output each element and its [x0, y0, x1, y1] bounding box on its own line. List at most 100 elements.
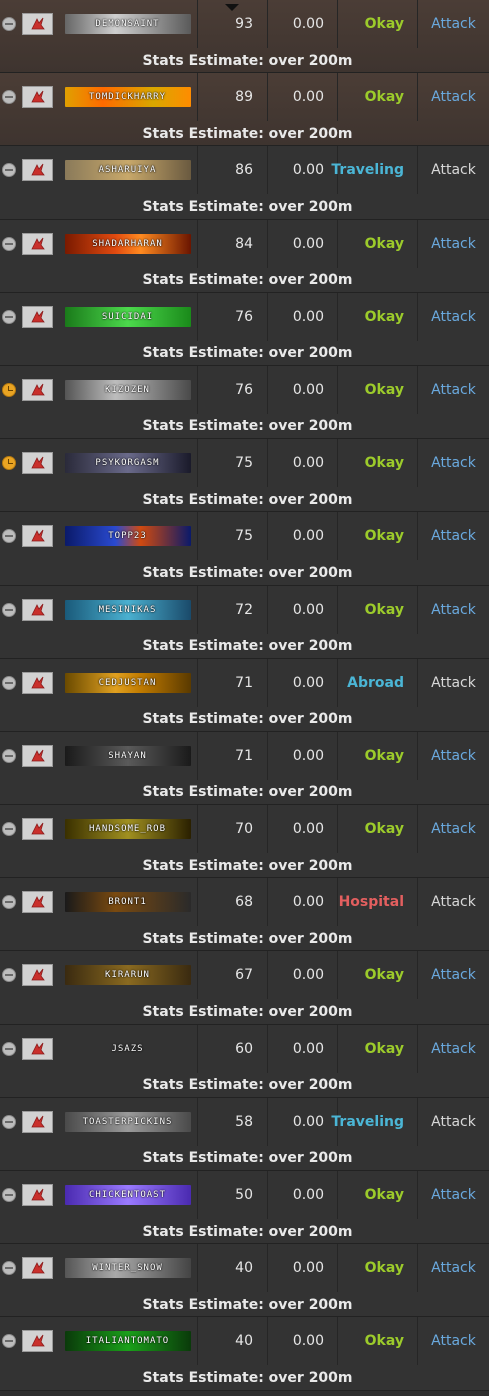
member-name-cell[interactable]: BRONT1 — [58, 878, 198, 927]
faction-icon[interactable] — [22, 86, 53, 109]
sort-desc-icon[interactable] — [225, 4, 239, 11]
attack-link[interactable]: Attack — [418, 73, 489, 121]
minus-circle-icon[interactable] — [2, 529, 16, 544]
faction-icon[interactable] — [22, 671, 53, 694]
attack-link[interactable]: Attack — [418, 1317, 489, 1365]
attack-link[interactable]: Attack — [418, 0, 489, 48]
member-name-banner[interactable]: PSYKORGASM — [64, 453, 191, 474]
minus-circle-icon[interactable] — [2, 309, 16, 324]
attack-link[interactable]: Attack — [418, 659, 489, 707]
member-name-banner[interactable]: TOMDICKHARRY — [64, 87, 191, 108]
member-name-cell[interactable]: JSAZS — [58, 1024, 198, 1073]
faction-icon[interactable] — [22, 1257, 53, 1280]
member-name-banner[interactable]: SHAYAN — [64, 745, 191, 766]
member-name-banner[interactable]: HANDSOME_ROB — [64, 819, 191, 840]
member-name-cell[interactable]: ASHARUIYA — [58, 146, 198, 195]
member-name-cell[interactable]: CHICKENTOAST — [58, 1171, 198, 1219]
member-name-banner[interactable]: TOASTERPICKINS — [64, 1111, 191, 1132]
member-name-cell[interactable]: HANDSOME_ROB — [58, 805, 198, 854]
member-name-cell[interactable]: SUICIDAI — [58, 292, 198, 341]
member-name-cell[interactable]: SHADARHARAN — [58, 219, 198, 268]
faction-icon[interactable] — [22, 525, 53, 548]
member-name-banner[interactable]: KIRARUN — [64, 965, 191, 986]
member-name-cell[interactable]: SHAYAN — [58, 731, 198, 780]
minus-circle-icon[interactable] — [2, 90, 16, 105]
faction-icon[interactable] — [22, 159, 53, 182]
member-name-banner[interactable]: SHADARHARAN — [64, 233, 191, 254]
faction-icon[interactable] — [22, 818, 53, 841]
attack-link[interactable]: Attack — [418, 293, 489, 341]
faction-icon[interactable] — [22, 744, 53, 767]
faction-icon[interactable] — [22, 1330, 53, 1353]
attack-link[interactable]: Attack — [418, 1171, 489, 1219]
minus-circle-icon[interactable] — [2, 1114, 16, 1129]
member-money: 0.00 — [268, 878, 338, 927]
member-name-cell[interactable]: CEDJUSTAN — [58, 658, 198, 707]
member-name-cell[interactable]: DEMONSAINT — [58, 0, 198, 48]
attack-link[interactable]: Attack — [418, 512, 489, 560]
attack-link[interactable]: Attack — [418, 805, 489, 853]
attack-link[interactable]: Attack — [418, 146, 489, 194]
member-name-banner[interactable]: DEMONSAINT — [64, 14, 191, 34]
member-name: SHADARHARAN — [92, 238, 163, 249]
attack-link[interactable]: Attack — [418, 1098, 489, 1146]
attack-link[interactable]: Attack — [418, 439, 489, 487]
attack-link[interactable]: Attack — [418, 878, 489, 926]
member-name-cell[interactable]: KIRARUN — [58, 951, 198, 1000]
faction-icon[interactable] — [22, 1037, 53, 1060]
member-name-banner[interactable]: CEDJUSTAN — [64, 672, 191, 693]
member-name-banner[interactable]: MESINIKAS — [64, 599, 191, 620]
faction-icon[interactable] — [22, 13, 53, 35]
member-name-cell[interactable]: KIZOZEN — [58, 365, 198, 414]
member-name-banner[interactable]: KIZOZEN — [64, 379, 191, 400]
member-name-cell[interactable]: WINTER_SNOW — [58, 1244, 198, 1293]
minus-circle-icon[interactable] — [2, 1334, 16, 1349]
attack-link[interactable]: Attack — [418, 732, 489, 780]
clock-icon[interactable] — [2, 456, 16, 471]
member-name-cell[interactable]: PSYKORGASM — [58, 439, 198, 488]
faction-icon[interactable] — [22, 891, 53, 914]
faction-icon[interactable] — [22, 1184, 53, 1206]
faction-icon[interactable] — [22, 1110, 53, 1133]
attack-link[interactable]: Attack — [418, 220, 489, 268]
minus-circle-icon[interactable] — [2, 1188, 16, 1202]
member-name-cell[interactable]: TOPP23 — [58, 512, 198, 561]
member-name-cell[interactable]: TOMDICKHARRY — [58, 73, 198, 122]
minus-circle-icon[interactable] — [2, 1261, 16, 1276]
member-name-cell[interactable]: MESINIKAS — [58, 585, 198, 634]
minus-circle-icon[interactable] — [2, 675, 16, 690]
minus-circle-icon[interactable] — [2, 1041, 16, 1056]
member-name-banner[interactable]: JSAZS — [64, 1038, 191, 1059]
minus-circle-icon[interactable] — [2, 895, 16, 910]
faction-icon[interactable] — [22, 232, 53, 255]
minus-circle-icon[interactable] — [2, 163, 16, 178]
faction-icon[interactable] — [22, 378, 53, 401]
member-name-banner[interactable]: BRONT1 — [64, 892, 191, 913]
member-name-cell[interactable]: TOASTERPICKINS — [58, 1097, 198, 1146]
minus-circle-icon[interactable] — [2, 17, 16, 31]
attack-link[interactable]: Attack — [418, 1025, 489, 1073]
member-name-banner[interactable]: ITALIANTOMATO — [64, 1331, 191, 1352]
attack-link[interactable]: Attack — [418, 586, 489, 634]
member-name-banner[interactable]: CHICKENTOAST — [64, 1185, 191, 1205]
attack-link[interactable]: Attack — [418, 951, 489, 999]
minus-circle-icon[interactable] — [2, 748, 16, 763]
member-name-banner[interactable]: ASHARUIYA — [64, 160, 191, 181]
attack-link[interactable]: Attack — [418, 1244, 489, 1292]
attack-link[interactable]: Attack — [418, 366, 489, 414]
member-name-banner[interactable]: TOPP23 — [64, 526, 191, 547]
member-money: 0.00 — [268, 1317, 338, 1366]
minus-circle-icon[interactable] — [2, 236, 16, 251]
faction-icon[interactable] — [22, 964, 53, 987]
member-row: CEDJUSTAN 71 0.00 Abroad Attack Stats Es… — [0, 658, 489, 732]
faction-icon[interactable] — [22, 305, 53, 328]
clock-icon[interactable] — [2, 382, 16, 397]
faction-icon[interactable] — [22, 452, 53, 475]
minus-circle-icon[interactable] — [2, 822, 16, 837]
member-name-cell[interactable]: ITALIANTOMATO — [58, 1317, 198, 1366]
minus-circle-icon[interactable] — [2, 968, 16, 983]
member-name-banner[interactable]: SUICIDAI — [64, 306, 191, 327]
member-name-banner[interactable]: WINTER_SNOW — [64, 1258, 191, 1279]
minus-circle-icon[interactable] — [2, 602, 16, 617]
faction-icon[interactable] — [22, 598, 53, 621]
